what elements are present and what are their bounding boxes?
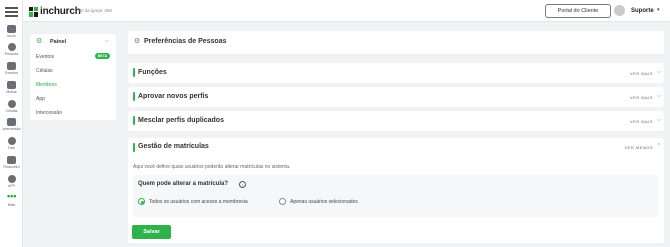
finance-icon: [7, 156, 16, 164]
app-icon: [7, 175, 16, 183]
question-title: Quem pode alterar a matrícula?: [138, 181, 229, 187]
save-button[interactable]: Salvar: [132, 225, 171, 239]
section-mesclar-perfis[interactable]: Mesclar perfis duplicados VER MAIS ⌵: [128, 111, 664, 131]
see-more-link[interactable]: VER MAIS: [630, 119, 653, 124]
gear-icon: ⚙: [36, 38, 43, 45]
sidebar-item-intercessao[interactable]: Intercessão: [36, 110, 62, 116]
brand-name: inchurch: [40, 6, 81, 17]
rail-item-inicio[interactable]: Início: [0, 25, 23, 38]
icon-rail: Início Pessoas Eventos Mídias Células In…: [0, 0, 23, 247]
rail-label: Eventos: [5, 71, 18, 75]
caret-down-icon[interactable]: ▾: [657, 7, 660, 13]
media-icon: [7, 81, 16, 89]
permission-question-box: Quem pode alterar a matrícula? i Todos o…: [133, 175, 658, 217]
option-selected-users[interactable]: Apenas usuários selecionados: [279, 198, 358, 205]
gear-icon: ⚙: [134, 38, 141, 45]
logo-mark-icon: [29, 6, 38, 17]
sidebar-title: Painel: [50, 39, 67, 45]
rail-item-financeiro[interactable]: Financeiro: [0, 156, 23, 169]
prayer-icon: [7, 118, 16, 126]
radio-unselected[interactable]: [279, 198, 286, 205]
beta-badge: BETA: [95, 53, 110, 59]
section-gestao-matriculas: Gestão de matrículas VER MENOS ⌃ Aqui vo…: [128, 138, 664, 243]
avatar[interactable]: [614, 5, 625, 16]
sidebar-item-eventos[interactable]: Eventos: [36, 54, 54, 60]
top-bar: inchurch ID da igreja: 650 Portal do Cli…: [23, 0, 670, 22]
home-icon: [7, 25, 16, 33]
section-title: Gestão de matrículas: [138, 143, 209, 150]
cells-icon: [7, 100, 16, 108]
chevron-down-icon[interactable]: ⌵: [657, 93, 661, 99]
more-icon: •••: [7, 191, 17, 201]
option-label: Apenas usuários selecionados: [290, 198, 358, 205]
section-funcoes[interactable]: Funções VER MAIS ⌵: [128, 63, 664, 83]
rail-label: Início: [7, 34, 16, 38]
rail-item-celulas[interactable]: Células: [0, 100, 23, 113]
rail-label: Financeiro: [3, 165, 20, 169]
info-icon[interactable]: i: [239, 181, 246, 188]
chevron-down-icon[interactable]: ⌵: [105, 38, 109, 44]
section-aprovar-perfis[interactable]: Aprovar novos perfis VER MAIS ⌵: [128, 87, 664, 107]
rail-item-fale[interactable]: Fale: [0, 137, 23, 150]
rail-label: Mais: [7, 203, 16, 207]
section-accent-bar: [133, 143, 135, 152]
rail-item-app[interactable]: APP: [0, 175, 23, 188]
section-title: Mesclar perfis duplicados: [138, 117, 224, 124]
user-name[interactable]: Suporte: [631, 8, 654, 14]
chevron-down-icon[interactable]: ⌵: [657, 117, 661, 123]
sidebar-item-app[interactable]: App: [36, 96, 45, 102]
chevron-up-icon[interactable]: ⌃: [657, 143, 661, 149]
settings-sidebar: ⚙ Painel ⌵ Eventos BETA Células Membros …: [30, 34, 116, 120]
rail-item-intercessao[interactable]: Intercessão: [0, 118, 23, 131]
section-description: Aqui você define quais usuários poderão …: [133, 164, 291, 170]
see-more-link[interactable]: VER MAIS: [630, 71, 653, 76]
page-title: Preferências de Pessoas: [144, 38, 227, 45]
option-all-users[interactable]: Todos os usuários com acesso a membresia: [138, 198, 248, 205]
radio-selected[interactable]: [138, 198, 145, 205]
rail-item-midias[interactable]: Mídias: [0, 81, 23, 94]
section-accent-bar: [133, 68, 135, 77]
rail-label: Mídias: [6, 90, 17, 94]
chevron-down-icon[interactable]: ⌵: [657, 69, 661, 75]
section-title: Funções: [138, 69, 167, 76]
people-icon: [7, 43, 16, 51]
rail-label: Intercessão: [2, 127, 21, 131]
section-accent-bar: [133, 116, 135, 125]
section-title: Aprovar novos perfis: [138, 93, 209, 100]
page-header-panel: ⚙ Preferências de Pessoas: [128, 31, 664, 55]
sidebar-header[interactable]: ⚙ Painel ⌵: [30, 34, 116, 48]
option-label: Todos os usuários com acesso a membresia: [149, 198, 248, 205]
calendar-icon: [7, 62, 16, 70]
see-more-link[interactable]: VER MAIS: [630, 95, 653, 100]
rail-label: APP: [7, 184, 15, 188]
rail-item-mais[interactable]: ••• Mais: [0, 191, 23, 208]
rail-label: Fale: [8, 146, 15, 150]
portal-button[interactable]: Portal do Cliente: [545, 4, 611, 18]
see-less-link[interactable]: VER MENOS: [624, 145, 653, 150]
brand-logo[interactable]: inchurch: [29, 6, 81, 17]
menu-icon[interactable]: [5, 7, 18, 17]
rail-label: Células: [5, 109, 18, 113]
church-id: ID da igreja: 650: [79, 8, 113, 13]
sidebar-item-celulas[interactable]: Células: [36, 68, 53, 74]
rail-item-pessoas[interactable]: Pessoas: [0, 43, 23, 56]
rail-item-eventos[interactable]: Eventos: [0, 62, 23, 75]
sidebar-item-membros[interactable]: Membros: [36, 82, 57, 88]
rail-label: Pessoas: [4, 52, 19, 56]
chat-icon: [7, 137, 16, 145]
section-accent-bar: [133, 92, 135, 101]
